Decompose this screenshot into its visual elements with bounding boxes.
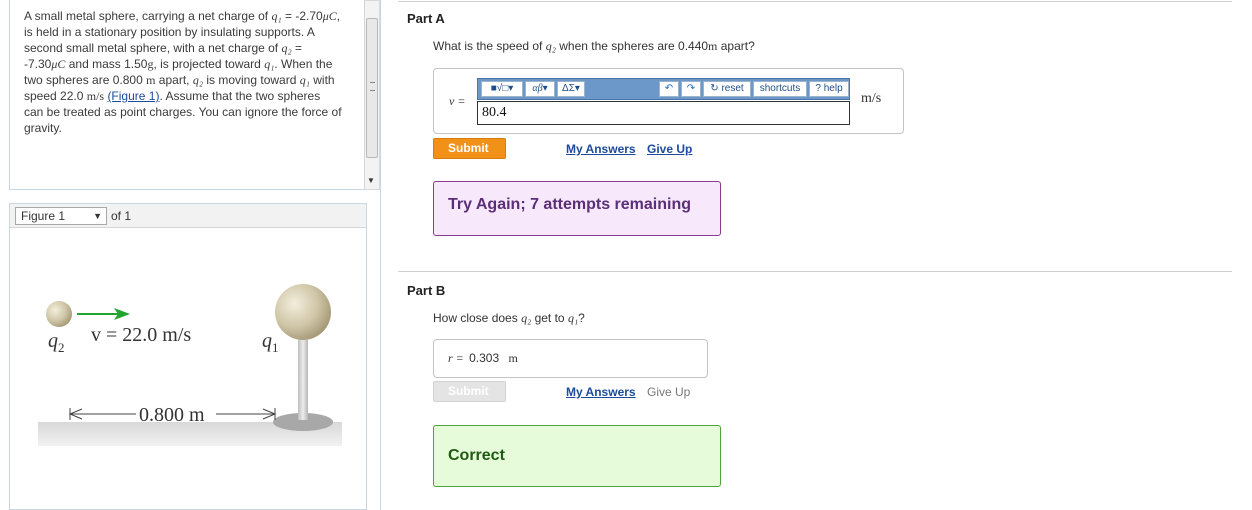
distance-value: 0.800 bbox=[112, 73, 143, 87]
part-a-feedback: Try Again; 7 attempts remaining bbox=[433, 181, 721, 236]
problem-text: A small metal sphere, carrying a net cha… bbox=[24, 8, 342, 136]
q2-unit: μC bbox=[51, 57, 66, 71]
part-a-variable-label: v = bbox=[449, 94, 466, 108]
help-button[interactable]: ? help bbox=[809, 81, 849, 97]
problem-text-segment: apart, bbox=[158, 73, 190, 87]
panel-divider bbox=[380, 0, 381, 510]
part-a-my-answers-link[interactable]: My Answers bbox=[566, 142, 636, 156]
part-a-answer-input[interactable]: 80.4 bbox=[477, 101, 850, 125]
question-distance-unit: m bbox=[708, 39, 718, 53]
part-b-answer: r = 0.303 m bbox=[448, 351, 518, 366]
q2-symbol: q₂ bbox=[521, 311, 532, 325]
reset-button[interactable]: ↻ reset bbox=[703, 81, 751, 97]
part-b-submit-button: Submit bbox=[433, 381, 506, 402]
speed-value: 22.0 bbox=[60, 89, 84, 103]
distance-label: 0.800 m bbox=[139, 404, 205, 426]
problem-text-segment: and mass bbox=[68, 57, 121, 71]
equals-sign: = bbox=[284, 9, 292, 23]
question-text-segment: ? bbox=[578, 311, 585, 325]
problem-text-segment: A small metal sphere, carrying a net cha… bbox=[24, 9, 269, 23]
figure-panel: Figure 1 ▼ of 1 q2 v = 22.0 m/s q1 0.800… bbox=[9, 203, 367, 510]
vertical-scrollbar[interactable]: ▼ bbox=[364, 0, 380, 190]
question-text-segment: when the spheres are bbox=[559, 39, 675, 53]
part-b-title: Part B bbox=[407, 283, 446, 298]
q1-symbol: q₁ bbox=[271, 9, 282, 23]
equals-sign: = bbox=[295, 41, 303, 55]
sphere-q1 bbox=[275, 284, 331, 340]
part-b-variable-label: r = bbox=[448, 351, 464, 365]
sphere-q2 bbox=[46, 301, 72, 327]
part-b-answer-unit: m bbox=[508, 351, 518, 365]
q1-symbol: q₁ bbox=[567, 311, 579, 325]
part-a-unit: m/s bbox=[861, 91, 882, 106]
question-text-segment: What is the speed of bbox=[433, 39, 543, 53]
q1-value: -2.70 bbox=[295, 9, 323, 23]
question-distance-value: 0.440 bbox=[678, 39, 709, 53]
part-a-rule bbox=[398, 1, 1232, 2]
part-b-feedback: Correct bbox=[433, 425, 721, 487]
q1-symbol: q₁ bbox=[264, 57, 275, 71]
problem-text-segment: , is projected toward bbox=[153, 57, 261, 71]
q2-label: q2 bbox=[48, 330, 65, 355]
scrollbar-grip-icon bbox=[370, 82, 375, 91]
chevron-down-icon: ▼ bbox=[93, 211, 102, 221]
mass-value: 1.50 bbox=[124, 57, 148, 71]
part-b-give-up-label: Give Up bbox=[647, 385, 691, 399]
question-text-segment: How close does bbox=[433, 311, 518, 325]
part-a-submit-button[interactable]: Submit bbox=[433, 138, 506, 159]
part-a-give-up-link[interactable]: Give Up bbox=[647, 142, 692, 156]
speed-unit: m/s bbox=[86, 89, 105, 103]
scrollbar-thumb[interactable] bbox=[366, 18, 378, 158]
question-text-segment: get to bbox=[534, 311, 565, 325]
figure-selector[interactable]: Figure 1 ▼ bbox=[15, 207, 107, 225]
greek-dropdown-button[interactable]: αβ▾ bbox=[525, 81, 555, 97]
q2-symbol: q₂ bbox=[192, 73, 203, 87]
part-b-my-answers-link[interactable]: My Answers bbox=[566, 385, 636, 399]
problem-text-segment: is moving toward bbox=[206, 73, 297, 87]
figure-count: of 1 bbox=[111, 209, 132, 223]
undo-icon[interactable]: ↶ bbox=[659, 81, 679, 97]
symbols-dropdown-button[interactable]: ΔΣ▾ bbox=[557, 81, 585, 97]
q2-value: -7.30 bbox=[24, 57, 52, 71]
q1-symbol: q₁ bbox=[299, 73, 310, 87]
q1-label: q1 bbox=[262, 330, 279, 355]
scroll-down-arrow-icon[interactable]: ▼ bbox=[367, 176, 375, 185]
q2-symbol: q₂ bbox=[281, 41, 292, 55]
part-a-question: What is the speed of q₂ when the spheres… bbox=[433, 39, 755, 54]
part-b-answer-value: 0.303 bbox=[469, 351, 500, 365]
shortcuts-button[interactable]: shortcuts bbox=[753, 81, 807, 97]
part-a-title: Part A bbox=[407, 11, 445, 26]
insulating-stand bbox=[298, 340, 308, 420]
question-text-segment: apart? bbox=[720, 39, 755, 53]
templates-dropdown-button[interactable]: ■√□▾ bbox=[481, 81, 523, 97]
figure-header: Figure 1 ▼ of 1 bbox=[10, 204, 366, 228]
left-panel: A small metal sphere, carrying a net cha… bbox=[9, 0, 380, 510]
q1-unit: μC bbox=[322, 9, 337, 23]
math-editor-toolbar: ■√□▾ αβ▾ ΔΣ▾ ↶ ↷ ↻ reset shortcuts ? hel… bbox=[477, 78, 850, 100]
q2-symbol: q₂ bbox=[545, 39, 556, 53]
figure-link[interactable]: (Figure 1) bbox=[107, 89, 159, 103]
distance-unit: m bbox=[146, 73, 156, 87]
figure-selector-value: Figure 1 bbox=[21, 209, 66, 223]
part-b-rule bbox=[398, 271, 1232, 272]
velocity-label: v = 22.0 m/s bbox=[91, 324, 191, 346]
redo-icon[interactable]: ↷ bbox=[681, 81, 701, 97]
figure-diagram: q2 v = 22.0 m/s q1 0.800 m bbox=[38, 284, 342, 446]
problem-statement-box: A small metal sphere, carrying a net cha… bbox=[9, 0, 365, 190]
part-b-question: How close does q₂ get to q₁? bbox=[433, 311, 585, 326]
